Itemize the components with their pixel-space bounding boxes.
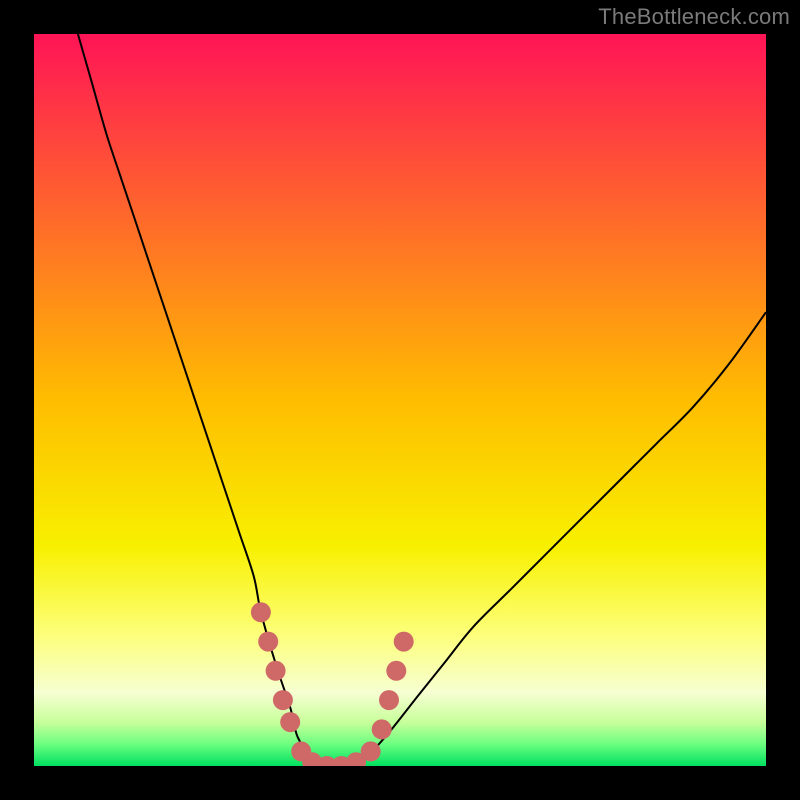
frame-border — [0, 34, 34, 766]
highlight-dot — [379, 690, 399, 710]
highlight-dot — [266, 661, 286, 681]
highlight-dot — [394, 632, 414, 652]
highlight-dot — [280, 712, 300, 732]
highlight-dot — [386, 661, 406, 681]
frame-border — [766, 34, 800, 766]
highlight-dot — [251, 602, 271, 622]
highlight-dot — [372, 719, 392, 739]
plot-background — [34, 34, 766, 766]
highlight-dot — [273, 690, 293, 710]
highlight-dot — [258, 632, 278, 652]
highlight-dot — [361, 741, 381, 761]
bottleneck-chart — [0, 0, 800, 800]
frame-border — [0, 766, 800, 800]
chart-container: TheBottleneck.com — [0, 0, 800, 800]
watermark-text: TheBottleneck.com — [598, 4, 790, 30]
